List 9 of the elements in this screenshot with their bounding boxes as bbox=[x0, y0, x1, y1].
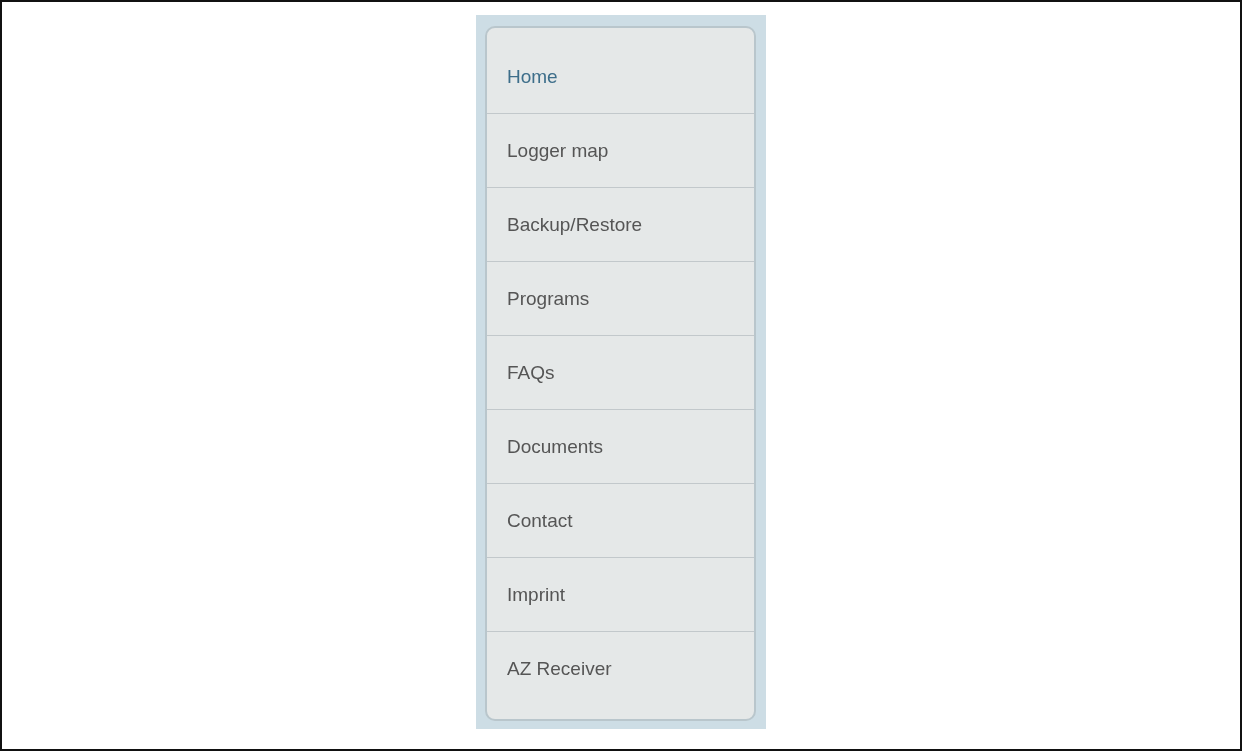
menu-item[interactable]: Backup/Restore bbox=[487, 188, 754, 262]
menu-item[interactable]: Programs bbox=[487, 262, 754, 336]
menu-item[interactable]: Documents bbox=[487, 410, 754, 484]
menu-item[interactable]: FAQs bbox=[487, 336, 754, 410]
menu-item[interactable]: AZ Receiver bbox=[487, 632, 754, 706]
menu-item[interactable]: Imprint bbox=[487, 558, 754, 632]
menu-item[interactable]: Contact bbox=[487, 484, 754, 558]
menu-item[interactable]: Home bbox=[487, 40, 754, 114]
menu-item[interactable]: Logger map bbox=[487, 114, 754, 188]
